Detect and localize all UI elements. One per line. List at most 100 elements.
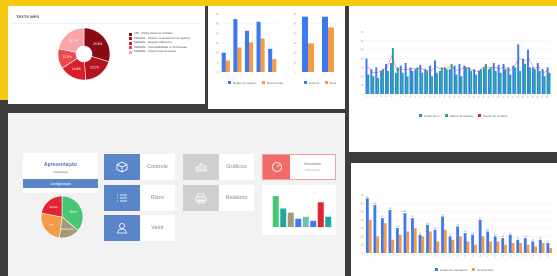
bar — [399, 65, 402, 94]
bar — [541, 243, 545, 253]
x-tick-label: 9 — [427, 254, 430, 257]
bar — [458, 63, 461, 94]
bar — [403, 213, 407, 253]
x-tick-label: 26 — [487, 95, 491, 99]
bar — [391, 47, 394, 94]
x-tick-label: 11 — [442, 254, 446, 258]
bar — [528, 67, 531, 94]
bar — [365, 58, 368, 94]
bar-value-label: 32 — [456, 224, 459, 226]
bar — [504, 69, 507, 94]
bar — [431, 76, 434, 94]
slice-label: Crítico — [49, 205, 58, 209]
donut-chart: 29.8% 19.2% 16.8% 12.5% 21.7% — [57, 27, 111, 81]
x-tick-label: 27 — [492, 95, 496, 99]
y-tick-label: 0 — [362, 251, 364, 255]
legend-item: FEDERAL - Registro instituciona — [129, 41, 201, 45]
x-tick-label: 9 — [405, 95, 408, 98]
tile-controle-label: Controle — [147, 164, 168, 170]
bar — [546, 243, 550, 253]
bar-value-label: 20 — [494, 234, 497, 236]
bar — [373, 204, 377, 253]
bottom-bar-chart: 0102030405060706658425230484222342844203… — [361, 193, 553, 258]
bar — [394, 72, 397, 94]
bar — [482, 67, 485, 94]
bar-value-label: 12 — [547, 241, 550, 243]
x-tick-label: 29 — [502, 95, 506, 99]
bar-value-label: 34 — [426, 223, 429, 225]
tile-valor[interactable]: Valor — [104, 215, 175, 241]
bar — [480, 69, 482, 94]
x-tick-label: 23 — [473, 95, 477, 99]
bar — [517, 44, 520, 94]
x-tick-label: 20 — [509, 254, 513, 258]
y-tick-label: 45 — [216, 12, 219, 16]
x-tick-label: 22 — [524, 254, 528, 258]
y-tick-label: 50 — [361, 48, 364, 52]
y-tick-label: 30 — [361, 226, 364, 230]
bar — [380, 218, 384, 253]
x-tick-label: 4 — [390, 254, 393, 257]
bar-value-label: 42 — [411, 216, 414, 218]
bar — [533, 69, 536, 94]
bar — [443, 67, 446, 94]
x-tick-label: 16 — [479, 254, 483, 258]
tile-valor-label: Valor — [151, 225, 164, 231]
apresentacao-title: Apresentação — [43, 162, 78, 168]
bar — [295, 218, 302, 227]
x-tick-label: 11 — [414, 95, 418, 99]
x-tick-label: 4 — [381, 95, 384, 98]
bar — [509, 74, 512, 94]
bar — [460, 76, 463, 94]
bar — [531, 67, 534, 94]
x-tick-label: 18 — [494, 254, 498, 258]
bar — [221, 52, 226, 72]
bar — [534, 246, 538, 253]
bar-value-label: 22 — [419, 233, 422, 235]
bar — [511, 243, 515, 253]
x-tick-label: 19 — [453, 95, 457, 99]
x-tick-label: 38 — [546, 95, 550, 99]
bar-chart-icon — [183, 154, 219, 180]
bar — [451, 239, 455, 253]
bar — [468, 67, 471, 94]
bar — [365, 198, 369, 253]
legend-multi: Dados de tr Dados de resíduo Dados de cu… — [419, 113, 507, 118]
bar — [465, 67, 468, 94]
bar — [225, 60, 230, 72]
x-tick-label: 8 — [400, 95, 403, 98]
bar — [383, 223, 387, 253]
bar — [471, 234, 475, 253]
bar — [414, 69, 417, 94]
bar — [396, 67, 399, 94]
x-tick-label: 3 — [376, 95, 379, 98]
x-tick-label: 23 — [532, 254, 536, 258]
legend-bottom: Dados de referência Ocorrências — [435, 267, 493, 272]
bar-value-label: 40 — [479, 218, 482, 220]
x-tick-label: 17 — [443, 95, 447, 99]
x-tick-label: 12 — [419, 95, 423, 99]
cube-icon — [104, 154, 140, 180]
legend-label: APP - Pólicia oficial nos unidades — [134, 32, 173, 35]
tile-relatorio[interactable]: Relatório — [183, 185, 254, 211]
pie-legend: APP - Pólicia oficial nos unidades FEDERA… — [129, 32, 201, 55]
x-tick-label: 5 — [385, 95, 388, 98]
tile-gauge[interactable]: Velocidade Indicadores — [262, 154, 336, 180]
bar — [543, 76, 546, 94]
bar-value-label: 30 — [396, 226, 399, 228]
bar — [478, 219, 482, 253]
tile-graficos[interactable]: Gráficos — [183, 154, 254, 180]
tile-relatorio-label: Relatório — [225, 195, 248, 201]
x-tick-label: 25 — [547, 254, 551, 258]
x-tick-label: 2 — [371, 95, 374, 98]
bar — [548, 72, 551, 94]
tile-risco[interactable]: Risco — [104, 185, 175, 211]
slice-label: 29.8% — [93, 42, 102, 46]
bar — [433, 229, 437, 253]
bar — [463, 65, 466, 94]
tile-controle[interactable]: Controle — [104, 154, 175, 180]
bar — [526, 244, 530, 253]
config-button[interactable]: Configuração — [23, 179, 98, 188]
bar — [522, 58, 525, 94]
bar — [474, 244, 477, 253]
